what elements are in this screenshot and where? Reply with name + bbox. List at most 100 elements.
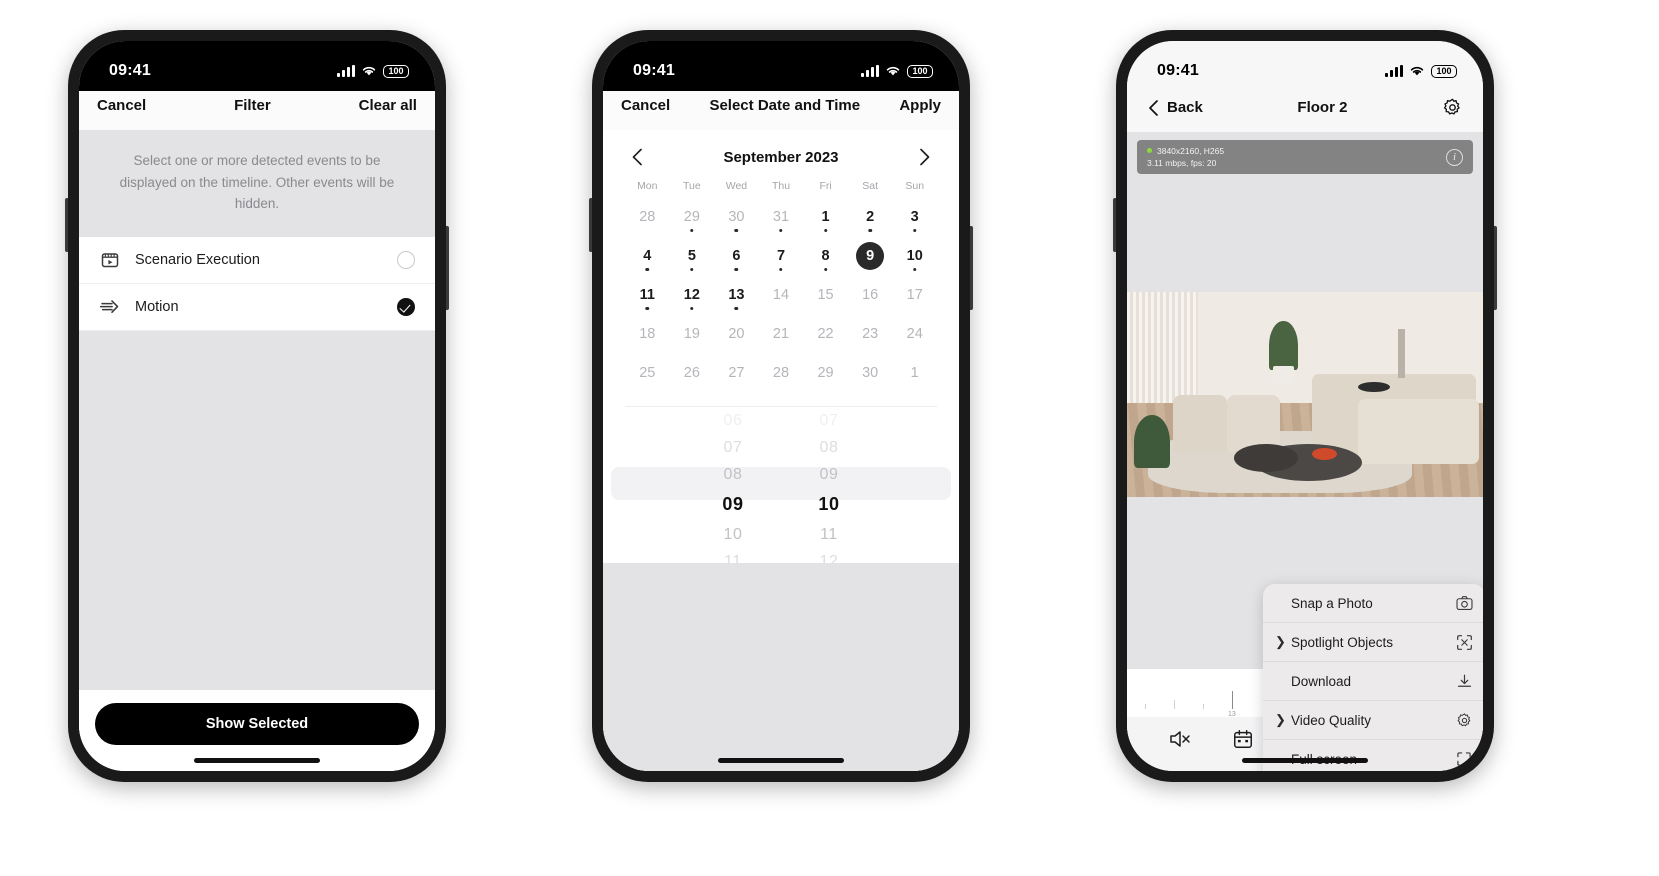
hour-option[interactable]: 06: [707, 407, 759, 434]
calendar-day-number: 1: [910, 365, 919, 381]
calendar-day[interactable]: 31: [759, 200, 804, 234]
gear-icon[interactable]: [1442, 97, 1463, 118]
calendar-day-number: 16: [862, 287, 879, 303]
hour-option[interactable]: 09: [707, 488, 759, 521]
clear-all-button[interactable]: Clear all: [359, 97, 417, 114]
hour-option[interactable]: 10: [707, 521, 759, 548]
hour-option[interactable]: 08: [707, 461, 759, 488]
stream-resolution: 3840x2160, H265: [1157, 145, 1225, 156]
radio-selected[interactable]: [397, 297, 415, 316]
calendar-day[interactable]: 21: [759, 317, 804, 351]
page-title: Select Date and Time: [709, 97, 861, 114]
calendar-day[interactable]: 27: [714, 356, 759, 390]
back-button[interactable]: Back: [1147, 99, 1203, 117]
calendar-day[interactable]: 29: [670, 200, 715, 234]
menu-item-full-screen[interactable]: › Full screen: [1263, 740, 1483, 771]
calendar-day[interactable]: 8: [803, 239, 848, 273]
hour-option[interactable]: 07: [707, 434, 759, 461]
event-dot-icon: [734, 228, 739, 232]
minute-option[interactable]: 12: [803, 548, 855, 563]
chevron-right-icon[interactable]: [913, 146, 935, 168]
menu-item-video-quality[interactable]: ❯ Video Quality: [1263, 701, 1483, 740]
calendar-icon[interactable]: [1230, 726, 1256, 752]
timeline-tick-labeled: [1228, 691, 1236, 718]
calendar-day[interactable]: 9: [848, 239, 893, 273]
menu-item-download[interactable]: › Download: [1263, 662, 1483, 701]
calendar-day[interactable]: 1: [803, 200, 848, 234]
calendar-day-number: 25: [639, 365, 656, 381]
calendar-day-number: 17: [906, 287, 923, 303]
minute-wheel[interactable]: 07080910111213: [803, 407, 855, 563]
radio-unselected[interactable]: [397, 250, 415, 269]
calendar-day[interactable]: 4: [625, 239, 670, 273]
calendar-day[interactable]: 26: [670, 356, 715, 390]
chevron-right-icon: ❯: [1275, 634, 1286, 649]
minute-option[interactable]: 08: [803, 434, 855, 461]
menu-item-label: Spotlight Objects: [1291, 634, 1394, 650]
calendar-day[interactable]: 10: [892, 239, 937, 273]
calendar-day[interactable]: 1: [892, 356, 937, 390]
calendar-day[interactable]: 2: [848, 200, 893, 234]
calendar-day[interactable]: 19: [670, 317, 715, 351]
calendar-day[interactable]: 24: [892, 317, 937, 351]
menu-item-label: Video Quality: [1291, 712, 1372, 728]
phone-mockup-filter: 09:41 100 Cancel Filter Clear all Select…: [65, 30, 449, 782]
status-time: 09:41: [1157, 62, 1199, 79]
calendar-day-number: 18: [639, 326, 656, 342]
home-indicator: [1242, 758, 1368, 763]
mute-icon[interactable]: [1167, 726, 1193, 752]
list-item-scenario-execution[interactable]: Scenario Execution: [79, 237, 435, 284]
calendar-day[interactable]: 25: [625, 356, 670, 390]
info-icon[interactable]: i: [1446, 148, 1463, 166]
calendar-day[interactable]: 3: [892, 200, 937, 234]
calendar-day[interactable]: 23: [848, 317, 893, 351]
calendar-day[interactable]: 16: [848, 278, 893, 312]
minute-option[interactable]: 11: [803, 521, 855, 548]
calendar-day[interactable]: 17: [892, 278, 937, 312]
menu-item-snap-a-photo[interactable]: › Snap a Photo: [1263, 584, 1483, 623]
list-item-motion[interactable]: Motion: [79, 284, 435, 331]
minute-option[interactable]: 09: [803, 461, 855, 488]
cellular-bars-icon: [1385, 65, 1403, 77]
back-label: Back: [1167, 99, 1203, 116]
notch: [194, 41, 320, 68]
calendar-day[interactable]: 14: [759, 278, 804, 312]
battery-indicator: 100: [1431, 64, 1457, 78]
calendar-day[interactable]: 15: [803, 278, 848, 312]
time-picker[interactable]: 06070809101112 07080910111213: [603, 407, 959, 563]
calendar-weekday-header: Mon Tue Wed Thu Fri Sat Sun: [625, 180, 937, 192]
cancel-button[interactable]: Cancel: [621, 97, 670, 114]
calendar-day-number: 14: [772, 287, 790, 303]
menu-item-spotlight-objects[interactable]: ❯ Spotlight Objects: [1263, 623, 1483, 662]
apply-button[interactable]: Apply: [899, 97, 941, 114]
show-selected-button[interactable]: Show Selected: [95, 703, 419, 745]
page-title: Floor 2: [1297, 99, 1348, 116]
calendar-day[interactable]: 22: [803, 317, 848, 351]
calendar-day[interactable]: 12: [670, 278, 715, 312]
battery-indicator: 100: [907, 64, 933, 78]
hour-wheel[interactable]: 06070809101112: [707, 407, 759, 563]
calendar-day[interactable]: 18: [625, 317, 670, 351]
calendar-day[interactable]: 20: [714, 317, 759, 351]
event-dot-icon: [734, 267, 739, 271]
gear-icon: [1455, 711, 1473, 729]
calendar-day[interactable]: 11: [625, 278, 670, 312]
calendar-day[interactable]: 30: [848, 356, 893, 390]
calendar-day[interactable]: 13: [714, 278, 759, 312]
hour-option[interactable]: 11: [707, 548, 759, 563]
calendar-day[interactable]: 6: [714, 239, 759, 273]
video-area[interactable]: 3840x2160, H265 3.11 mbps, fps: 20 i 13 …: [1127, 132, 1483, 771]
calendar-day[interactable]: 28: [759, 356, 804, 390]
minute-option[interactable]: 07: [803, 407, 855, 434]
chevron-left-icon[interactable]: [627, 146, 649, 168]
cancel-button[interactable]: Cancel: [97, 97, 146, 114]
calendar-day[interactable]: 5: [670, 239, 715, 273]
event-dot-icon: [912, 267, 917, 271]
minute-option[interactable]: 10: [803, 488, 855, 521]
event-dot-icon: [823, 267, 828, 271]
calendar-day[interactable]: 30: [714, 200, 759, 234]
event-dot-icon: [823, 228, 828, 232]
calendar-day[interactable]: 7: [759, 239, 804, 273]
calendar-day[interactable]: 29: [803, 356, 848, 390]
calendar-day[interactable]: 28: [625, 200, 670, 234]
